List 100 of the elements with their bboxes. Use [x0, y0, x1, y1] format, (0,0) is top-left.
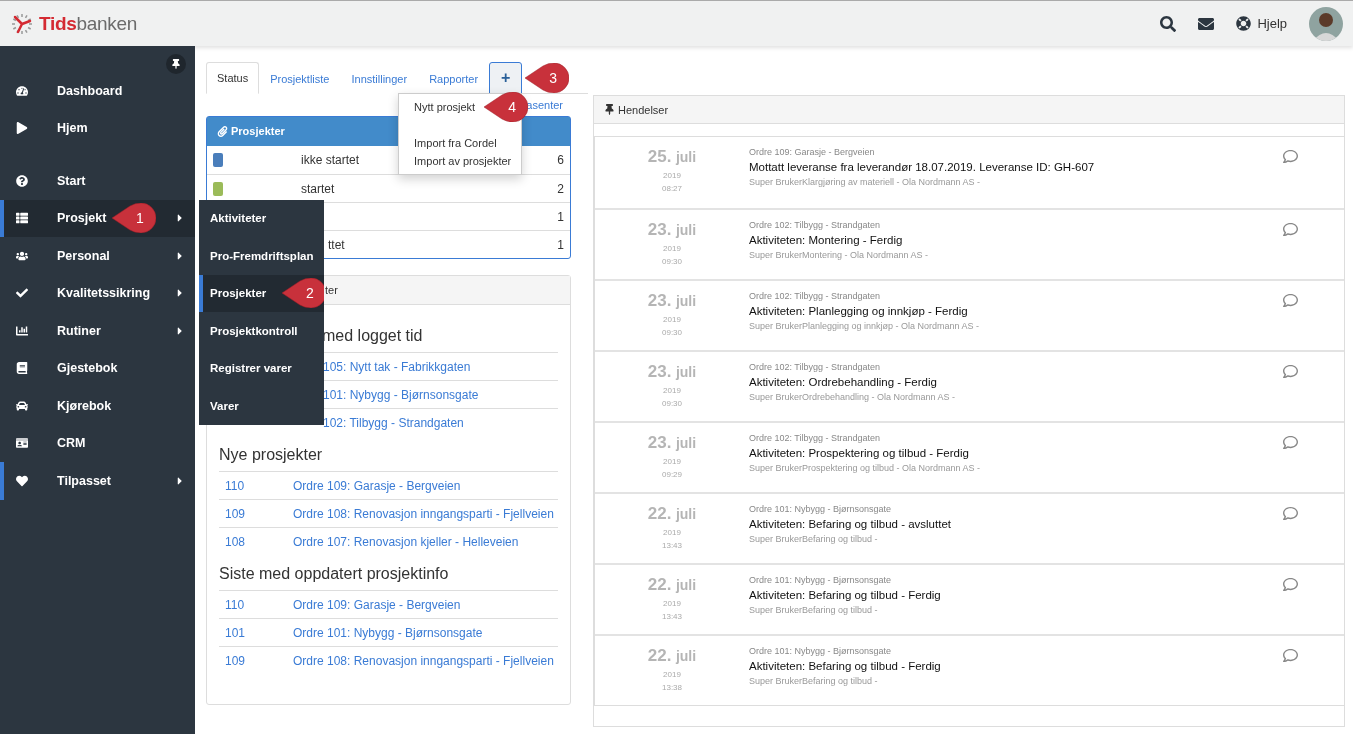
event-year: 2019 — [663, 386, 681, 395]
menu-item[interactable]: Import fra Cordel — [399, 134, 501, 152]
car-icon — [16, 399, 29, 412]
sidebar-item[interactable]: Kvalitetssikring — [0, 274, 195, 312]
status-count: 1 — [557, 209, 564, 224]
event-meta: Super BrukerBefaring og tilbud - — [749, 605, 879, 615]
project-number: 109 — [225, 653, 247, 668]
event-time: 13:43 — [662, 612, 682, 621]
event-meta: Super BrukerProspektering og tilbud - Ola Nordmann AS - — [749, 463, 981, 473]
comment-icon[interactable] — [1283, 577, 1298, 592]
event-date: 22. juli — [647, 575, 697, 595]
sidebar-item[interactable]: CRM — [0, 424, 195, 462]
project-link[interactable]: 101: Nybygg - Bjørnsonsgate — [323, 387, 479, 402]
project-link[interactable]: Ordre 109: Garasje - Bergveien — [293, 478, 461, 493]
project-link[interactable]: 102: Tilbygg - Strandgaten — [323, 415, 464, 430]
comment-icon[interactable] — [1283, 435, 1298, 450]
comment-icon[interactable] — [1283, 506, 1298, 521]
comment-icon[interactable] — [1283, 648, 1298, 663]
pin-icon[interactable] — [166, 54, 186, 74]
comment-icon[interactable] — [1283, 149, 1298, 164]
menu-item[interactable]: Nytt prosjekt — [399, 98, 480, 116]
event-order: Ordre 101: Nybygg - Bjørnsonsgate — [749, 646, 893, 656]
event-meta: Super BrukerKlargjøring av materiell - Ola Nordmann AS - — [749, 177, 982, 187]
step-badge: 1 — [112, 203, 156, 234]
event-order: Ordre 102: Tilbygg - Strandgaten — [749, 291, 882, 301]
card-title: Prosjekter — [231, 125, 285, 137]
event-year: 2019 — [663, 528, 681, 537]
check-icon — [16, 287, 29, 300]
card-title: ter — [325, 284, 338, 296]
section-heading: Siste med oppdatert prosjektinfo — [219, 565, 450, 583]
event-date: 23. juli — [647, 291, 697, 311]
status-label: ttet — [328, 237, 345, 252]
comment-icon[interactable] — [1283, 222, 1298, 237]
comment-icon[interactable] — [1283, 293, 1298, 308]
project-number: 110 — [225, 478, 246, 493]
logo-text: Tidsbanken — [39, 12, 138, 35]
sidebar-item[interactable]: Start — [0, 162, 195, 200]
event-year: 2019 — [663, 244, 681, 253]
list-icon — [16, 212, 29, 225]
menu-item[interactable]: Import av prosjekter — [399, 152, 516, 170]
sidebar-item[interactable]: Tilpasset — [0, 462, 195, 500]
tab[interactable]: Status — [206, 62, 260, 94]
dashboard-icon — [16, 84, 29, 97]
project-number: 101 — [225, 625, 247, 640]
event-meta: Super BrukerPlanlegging og innkjøp - Ola Nordmann AS - — [749, 321, 980, 331]
event-year: 2019 — [663, 457, 681, 466]
project-number: 108 — [225, 534, 247, 549]
event-title: Aktiviteten: Befaring og tilbud - avsluttet — [749, 518, 951, 530]
event-order: Ordre 101: Nybygg - Bjørnsonsgate — [749, 575, 893, 585]
sidebar-item[interactable]: Dashboard — [0, 72, 195, 110]
sidebar-item[interactable]: Personal — [0, 237, 195, 275]
search-icon[interactable] — [1160, 15, 1177, 32]
submenu-item[interactable]: Varer — [199, 387, 324, 425]
event-time: 09:30 — [662, 328, 682, 337]
book-icon — [16, 362, 29, 375]
id-card-icon — [16, 437, 29, 450]
project-link[interactable]: Ordre 108: Renovasjon inngangsparti - Fjellveien — [293, 506, 554, 521]
submenu-item[interactable]: Prosjektkontroll — [199, 312, 324, 350]
help-link[interactable]: Hjelp — [1236, 16, 1287, 31]
event-time: 09:29 — [662, 470, 682, 479]
event-time: 13:38 — [662, 683, 682, 692]
event-title: Aktiviteten: Prospektering og tilbud - Ferdig — [749, 447, 970, 459]
add-tab-button[interactable]: + — [489, 62, 523, 94]
paperclip-icon — [217, 125, 228, 137]
event-title: Aktiviteten: Befaring og tilbud - Ferdig — [749, 660, 941, 672]
step-badge: 2 — [282, 278, 324, 309]
event-date: 23. juli — [647, 220, 697, 240]
play-icon — [16, 122, 29, 135]
question-icon — [16, 174, 29, 187]
project-link[interactable]: Ordre 108: Renovasjon inngangsparti - Fjellveien — [293, 653, 554, 668]
submenu-item[interactable]: Registrer varer — [199, 349, 324, 387]
sidebar-item[interactable]: Hjem — [0, 109, 195, 147]
project-number: 109 — [225, 506, 247, 521]
sidebar-item[interactable]: Gjestebok — [0, 349, 195, 387]
submenu-item[interactable]: Prosjekter 2 — [199, 274, 324, 312]
avatar[interactable] — [1309, 6, 1343, 41]
pin-icon — [604, 104, 615, 115]
project-link[interactable]: Ordre 107: Renovasjon kjeller - Helleveien — [293, 534, 519, 549]
event-year: 2019 — [663, 171, 681, 180]
people-icon — [16, 249, 29, 262]
project-link[interactable]: 105: Nytt tak - Fabrikkgaten — [323, 359, 471, 374]
sidebar-item[interactable]: Kjørebok — [0, 387, 195, 425]
event-year: 2019 — [663, 599, 681, 608]
link[interactable]: asenter — [526, 99, 563, 111]
status-label: startet — [301, 181, 335, 196]
event-title: Mottatt leveranse fra leverandør 18.07.2019. Leveranse ID: GH-607 — [749, 161, 1095, 173]
event-order: Ordre 102: Tilbygg - Strandgaten — [749, 433, 882, 443]
project-link[interactable]: Ordre 101: Nybygg - Bjørnsonsgate — [293, 625, 483, 640]
step-badge: 3 — [525, 63, 570, 93]
project-link[interactable]: Ordre 109: Garasje - Bergveien — [293, 597, 461, 612]
status-count: 6 — [557, 153, 564, 167]
event-order: Ordre 101: Nybygg - Bjørnsonsgate — [749, 504, 893, 514]
sidebar-item[interactable]: Rutiner — [0, 312, 195, 350]
event-year: 2019 — [663, 315, 681, 324]
event-meta: Super BrukerBefaring og tilbud - — [749, 676, 879, 686]
submenu-item[interactable]: Aktiviteter — [199, 199, 324, 237]
submenu-item[interactable]: Pro-Fremdriftsplan — [199, 237, 324, 275]
envelope-icon[interactable] — [1198, 15, 1215, 32]
event-date: 23. juli — [647, 433, 697, 453]
comment-icon[interactable] — [1283, 364, 1298, 379]
